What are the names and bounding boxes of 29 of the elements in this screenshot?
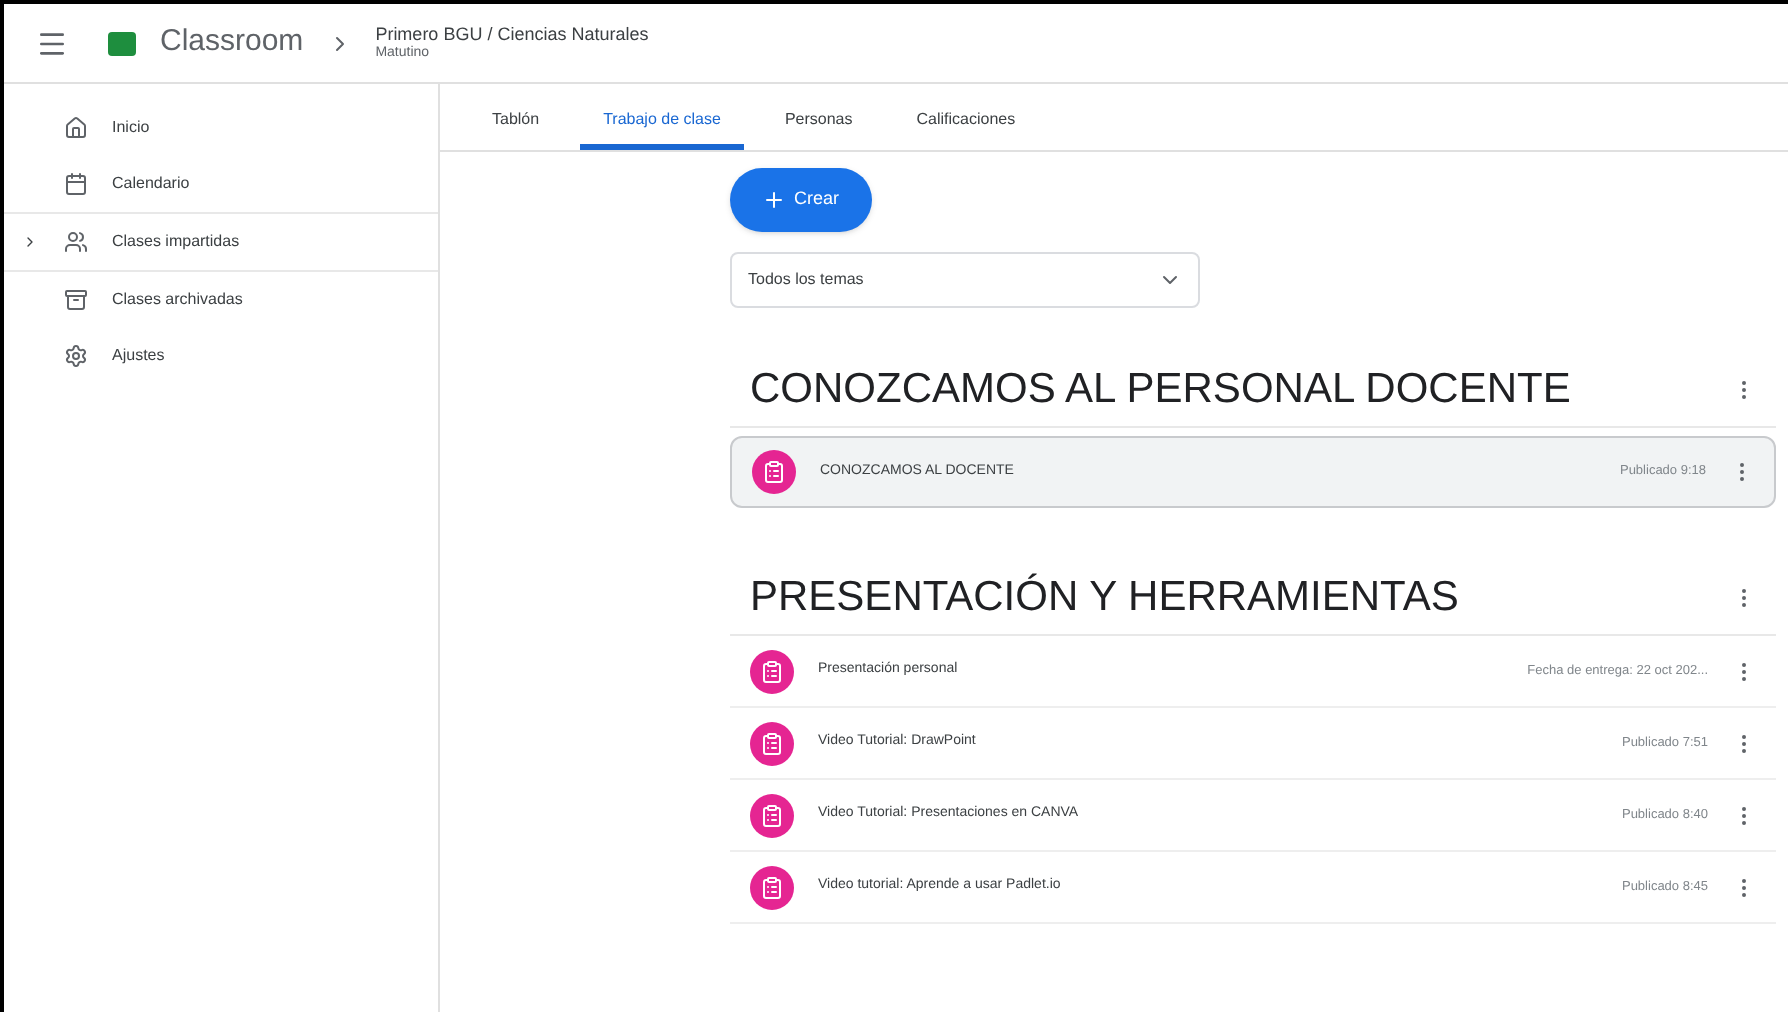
sidebar-item[interactable]: Calendario	[4, 156, 438, 212]
sidebar-item[interactable]: Clases impartidas	[4, 214, 438, 270]
tab[interactable]: Tablón	[468, 94, 564, 150]
people-icon	[64, 230, 88, 254]
assignment-icon	[750, 793, 794, 837]
assignment-icon	[750, 649, 794, 693]
menu-icon[interactable]	[36, 27, 68, 59]
assignment-icon	[750, 865, 794, 909]
plus-icon	[762, 188, 786, 212]
home-icon	[64, 116, 88, 140]
sidebar-item[interactable]: Clases archivadas	[4, 272, 438, 328]
expand-icon[interactable]	[22, 234, 38, 250]
topic-title: PRESENTACIÓN Y HERRAMIENTAS	[750, 571, 1459, 624]
tab[interactable]: Personas	[760, 94, 877, 150]
settings-icon	[64, 344, 88, 368]
calendar-icon	[64, 172, 88, 196]
tab[interactable]: Calificaciones	[892, 94, 1040, 150]
sidebar-item[interactable]: Ajustes	[4, 328, 438, 384]
topic-title: CONOZCAMOS AL PERSONAL DOCENTE	[750, 363, 1571, 416]
sidebar-item[interactable]: Inicio	[4, 100, 438, 156]
app-name[interactable]: Classroom	[160, 20, 304, 66]
assignment-icon	[752, 450, 796, 494]
topic-dropdown[interactable]: Todos los temas	[730, 252, 1200, 308]
create-button[interactable]: Crear	[730, 168, 872, 232]
assignment-icon	[750, 721, 794, 765]
archive-icon	[64, 288, 88, 312]
classroom-logo-icon	[108, 31, 136, 55]
tab[interactable]: Trabajo de clase	[579, 94, 745, 150]
class-title: Primero BGU / Ciencias Naturales	[375, 23, 649, 45]
